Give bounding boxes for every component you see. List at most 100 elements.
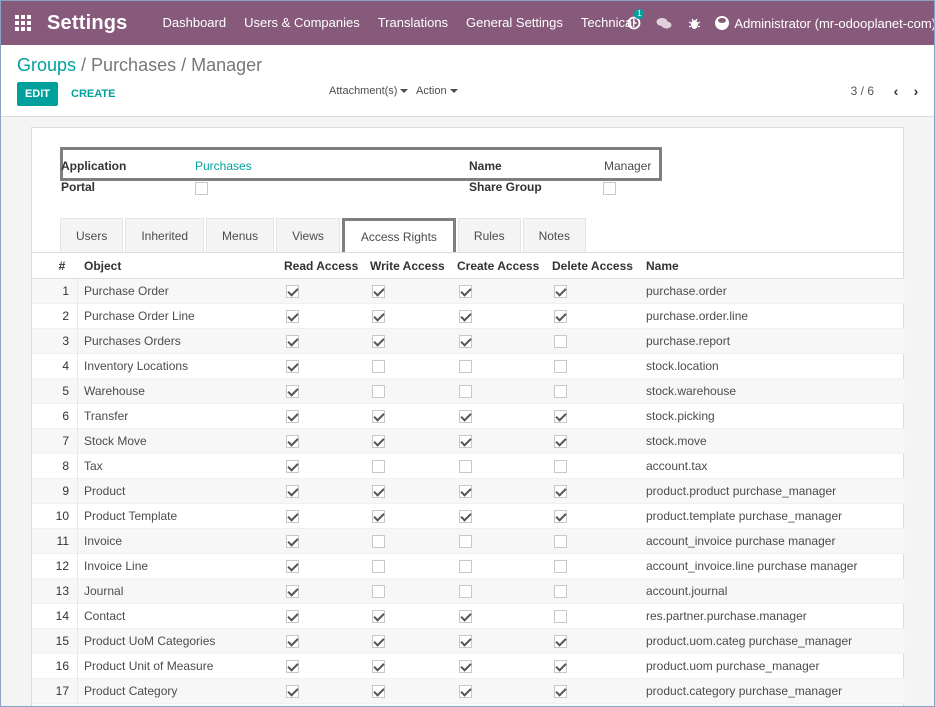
- pager-value[interactable]: 3 / 6: [851, 84, 874, 98]
- create-access-checkbox[interactable]: [459, 610, 472, 624]
- read-access-checkbox[interactable]: [286, 685, 299, 699]
- tab-menus[interactable]: Menus: [206, 218, 275, 253]
- write-access-checkbox[interactable]: [372, 485, 385, 499]
- read-access-checkbox[interactable]: [286, 585, 299, 599]
- create-access-checkbox[interactable]: [459, 660, 472, 674]
- read-access-checkbox[interactable]: [286, 335, 299, 349]
- delete-access-checkbox[interactable]: [554, 285, 567, 299]
- menu-item-dashboard[interactable]: Dashboard: [154, 1, 236, 45]
- apps-menu-icon[interactable]: [1, 1, 45, 45]
- debug-bug-icon[interactable]: [679, 1, 709, 45]
- tab-views[interactable]: Views: [276, 218, 340, 253]
- col-header-write[interactable]: Write Access: [370, 259, 457, 273]
- tab-rules[interactable]: Rules: [457, 218, 521, 253]
- delete-access-checkbox[interactable]: [554, 435, 567, 449]
- read-access-checkbox[interactable]: [286, 310, 299, 324]
- create-access-checkbox[interactable]: [459, 285, 472, 299]
- tab-users[interactable]: Users: [60, 218, 124, 253]
- write-access-checkbox[interactable]: [372, 435, 385, 449]
- table-row[interactable]: 12 Invoice Line account_invoice.line purch…: [32, 553, 905, 579]
- create-access-checkbox[interactable]: [459, 685, 472, 699]
- write-access-checkbox[interactable]: [372, 585, 385, 599]
- delete-access-checkbox[interactable]: [554, 360, 567, 374]
- delete-access-checkbox[interactable]: [554, 660, 567, 674]
- delete-access-checkbox[interactable]: [554, 410, 567, 424]
- tab-access-rights[interactable]: Access Rights: [341, 218, 456, 253]
- action-dropdown[interactable]: Action: [416, 85, 458, 97]
- create-access-checkbox[interactable]: [459, 410, 472, 424]
- write-access-checkbox[interactable]: [372, 335, 385, 349]
- read-access-checkbox[interactable]: [286, 635, 299, 649]
- col-header-object[interactable]: Object: [78, 259, 284, 273]
- read-access-checkbox[interactable]: [286, 435, 299, 449]
- create-access-checkbox[interactable]: [459, 510, 472, 524]
- table-row[interactable]: 15 Product UoM Categories product.uom.cate…: [32, 628, 905, 654]
- table-row[interactable]: 10 Product Template product.template purch…: [32, 503, 905, 529]
- delete-access-checkbox[interactable]: [554, 685, 567, 699]
- table-row[interactable]: 9 Product product.product purchase_manager: [32, 478, 905, 504]
- write-access-checkbox[interactable]: [372, 360, 385, 374]
- delete-access-checkbox[interactable]: [554, 385, 567, 399]
- delete-access-checkbox[interactable]: [554, 610, 567, 624]
- portal-checkbox[interactable]: [195, 181, 208, 196]
- chat-icon[interactable]: [649, 1, 679, 45]
- create-access-checkbox[interactable]: [459, 585, 472, 599]
- read-access-checkbox[interactable]: [286, 535, 299, 549]
- create-access-checkbox[interactable]: [459, 635, 472, 649]
- delete-access-checkbox[interactable]: [554, 510, 567, 524]
- attachments-dropdown[interactable]: Attachment(s): [329, 85, 409, 97]
- write-access-checkbox[interactable]: [372, 310, 385, 324]
- read-access-checkbox[interactable]: [286, 610, 299, 624]
- create-access-checkbox[interactable]: [459, 535, 472, 549]
- delete-access-checkbox[interactable]: [554, 560, 567, 574]
- read-access-checkbox[interactable]: [286, 385, 299, 399]
- user-menu[interactable]: Administrator (mr-odooplanet-com): [709, 16, 934, 31]
- read-access-checkbox[interactable]: [286, 460, 299, 474]
- write-access-checkbox[interactable]: [372, 560, 385, 574]
- write-access-checkbox[interactable]: [372, 610, 385, 624]
- table-row[interactable]: 6 Transfer stock.picking: [32, 403, 905, 429]
- write-access-checkbox[interactable]: [372, 410, 385, 424]
- read-access-checkbox[interactable]: [286, 560, 299, 574]
- pager-next-icon[interactable]: ›: [906, 83, 926, 99]
- col-header-read[interactable]: Read Access: [284, 259, 370, 273]
- table-row[interactable]: 3 Purchases Orders purchase.report: [32, 328, 905, 354]
- read-access-checkbox[interactable]: [286, 485, 299, 499]
- edit-button[interactable]: EDIT: [17, 82, 58, 106]
- menu-item-users-companies[interactable]: Users & Companies: [235, 1, 369, 45]
- table-row[interactable]: 7 Stock Move stock.move: [32, 428, 905, 454]
- delete-access-checkbox[interactable]: [554, 535, 567, 549]
- write-access-checkbox[interactable]: [372, 635, 385, 649]
- create-access-checkbox[interactable]: [459, 485, 472, 499]
- create-access-checkbox[interactable]: [459, 360, 472, 374]
- delete-access-checkbox[interactable]: [554, 335, 567, 349]
- create-access-checkbox[interactable]: [459, 460, 472, 474]
- write-access-checkbox[interactable]: [372, 460, 385, 474]
- read-access-checkbox[interactable]: [286, 285, 299, 299]
- table-row[interactable]: 13 Journal account.journal: [32, 578, 905, 604]
- col-header-name[interactable]: Name: [646, 259, 905, 273]
- breadcrumb-groups-link[interactable]: Groups: [17, 55, 76, 76]
- share-group-checkbox[interactable]: [603, 181, 616, 196]
- col-header-delete[interactable]: Delete Access: [552, 259, 646, 273]
- create-access-checkbox[interactable]: [459, 335, 472, 349]
- table-row[interactable]: 17 Product Category product.category purch…: [32, 678, 905, 704]
- write-access-checkbox[interactable]: [372, 510, 385, 524]
- activity-clock-icon[interactable]: 1: [619, 1, 649, 45]
- read-access-checkbox[interactable]: [286, 410, 299, 424]
- write-access-checkbox[interactable]: [372, 685, 385, 699]
- delete-access-checkbox[interactable]: [554, 585, 567, 599]
- read-access-checkbox[interactable]: [286, 360, 299, 374]
- create-button[interactable]: CREATE: [71, 82, 115, 106]
- create-access-checkbox[interactable]: [459, 435, 472, 449]
- col-header-create[interactable]: Create Access: [457, 259, 552, 273]
- menu-item-general-settings[interactable]: General Settings: [457, 1, 572, 45]
- create-access-checkbox[interactable]: [459, 310, 472, 324]
- table-row[interactable]: 4 Inventory Locations stock.location: [32, 353, 905, 379]
- write-access-checkbox[interactable]: [372, 385, 385, 399]
- table-row[interactable]: 5 Warehouse stock.warehouse: [32, 378, 905, 404]
- read-access-checkbox[interactable]: [286, 510, 299, 524]
- table-row[interactable]: 2 Purchase Order Line purchase.order.line: [32, 303, 905, 329]
- application-value[interactable]: Purchases: [195, 159, 252, 173]
- delete-access-checkbox[interactable]: [554, 485, 567, 499]
